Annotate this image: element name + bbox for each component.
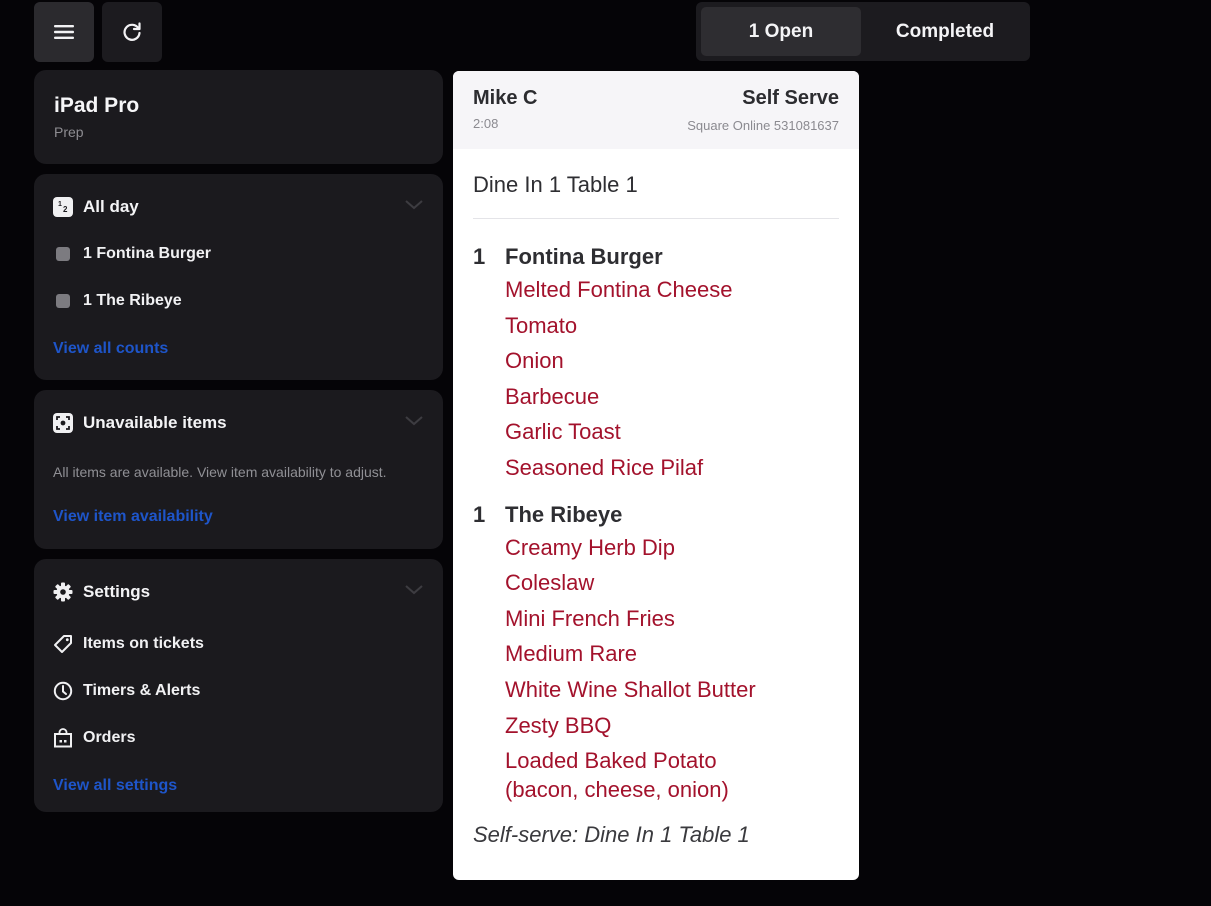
view-item-availability-link[interactable]: View item availability (53, 508, 213, 526)
modifier: Melted Fontina Cheese (505, 277, 733, 302)
clock-icon (53, 681, 73, 701)
count-item[interactable]: 1 Fontina Burger (53, 241, 424, 267)
settings-title: Settings (83, 582, 151, 601)
modifier: Loaded Baked Potato (bacon, cheese, onio… (505, 748, 729, 803)
ticket-note: Self-serve: Dine In 1 Table 1 (473, 822, 750, 848)
modifier: Seasoned Rice Pilaf (505, 454, 704, 480)
unavailable-items-header[interactable]: Unavailable items (53, 410, 424, 436)
unavailable-items-card: Unavailable items All items are availabl… (34, 390, 443, 549)
modifier: Coleslaw (505, 570, 595, 596)
unavailable-items-icon (53, 413, 73, 433)
refresh-icon (123, 22, 141, 41)
order-source: Square Online 531081637 (687, 118, 839, 133)
modifier: Zesty BBQ (505, 712, 612, 738)
order-type: Self Serve (742, 87, 839, 109)
counter-icon: 1 2 (53, 197, 73, 217)
settings-item-label: Orders (83, 729, 136, 746)
table-label: Dine In 1 Table 1 (473, 149, 839, 219)
device-card[interactable]: iPad Pro Prep (34, 70, 443, 164)
availability-description: All items are available. View item avail… (53, 464, 387, 480)
tab-completed[interactable]: Completed (865, 7, 1025, 56)
device-station: Prep (54, 124, 84, 140)
line-item[interactable]: 1 The Ribeye Creamy Herb Dip Coleslaw Mini F… (473, 500, 839, 805)
settings-item-label: Timers & Alerts (83, 682, 201, 699)
line-item-header: 1 The Ribeye (473, 500, 839, 530)
ticket-status-tabs: 1 Open Completed (696, 2, 1030, 61)
all-day-title: All day (83, 197, 139, 216)
settings-item-orders[interactable]: Orders (53, 725, 424, 751)
item-name: The Ribeye (505, 501, 623, 527)
count-item[interactable]: 1 The Ribeye (53, 288, 424, 314)
order-ticket[interactable]: Mike C 2:08 Self Serve Square Online 531… (453, 71, 859, 880)
line-items: 1 Fontina Burger Melted Fontina Cheese Toma… (473, 242, 839, 804)
ticket-header: Mike C 2:08 Self Serve Square Online 531… (453, 71, 859, 149)
settings-card: Settings Items on tickets Timers & Alert… (34, 559, 443, 812)
all-day-header[interactable]: 1 2 All day (53, 194, 424, 220)
svg-text:1: 1 (58, 201, 62, 208)
line-item[interactable]: 1 Fontina Burger Melted Fontina Cheese Toma… (473, 242, 839, 486)
item-quantity: 1 (473, 501, 486, 527)
settings-item-label: Items on tickets (83, 635, 204, 652)
chevron-down-icon[interactable] (404, 198, 424, 216)
settings-item-timers-alerts[interactable]: Timers & Alerts (53, 678, 424, 704)
settings-item-items-on-tickets[interactable]: Items on tickets (53, 631, 424, 657)
modifier: Medium Rare (505, 641, 638, 667)
checkbox[interactable] (56, 294, 70, 308)
chevron-down-icon[interactable] (404, 583, 424, 601)
modifier: Creamy Herb Dip (505, 534, 675, 560)
line-item-header: 1 Fontina Burger (473, 242, 839, 272)
modifier: Barbecue (505, 383, 600, 409)
item-name: Fontina Burger (505, 244, 663, 269)
all-day-card: 1 2 All day 1 Fontina Burger 1 The Ribey… (34, 174, 443, 380)
bag-icon (53, 728, 73, 748)
modifier-list: Creamy Herb Dip Coleslaw Mini French Fries… (505, 530, 839, 805)
tab-open[interactable]: 1 Open (701, 7, 861, 56)
view-all-counts-link[interactable]: View all counts (53, 340, 168, 358)
gear-icon (53, 582, 73, 602)
chevron-down-icon[interactable] (404, 414, 424, 432)
modifier: White Wine Shallot Butter (505, 676, 756, 702)
modifier-list: Melted Fontina Cheese Tomato Onion Barbecue… (505, 272, 839, 486)
settings-header[interactable]: Settings (53, 579, 424, 605)
modifier: Tomato (505, 312, 578, 338)
modifier: Mini French Fries (505, 605, 675, 631)
modifier: Garlic Toast (505, 419, 621, 445)
count-item-label: 1 The Ribeye (83, 292, 182, 309)
count-item-label: 1 Fontina Burger (83, 245, 212, 262)
svg-text:2: 2 (63, 205, 68, 214)
item-quantity: 1 (473, 244, 486, 269)
hamburger-menu-icon (54, 25, 74, 39)
checkbox[interactable] (56, 247, 70, 261)
tag-icon (53, 634, 73, 654)
unavailable-items-title: Unavailable items (83, 413, 227, 432)
device-name: iPad Pro (54, 94, 140, 117)
view-all-settings-link[interactable]: View all settings (53, 777, 177, 795)
modifier: Onion (505, 348, 564, 374)
menu-button[interactable] (34, 2, 94, 62)
refresh-button[interactable] (102, 2, 162, 62)
